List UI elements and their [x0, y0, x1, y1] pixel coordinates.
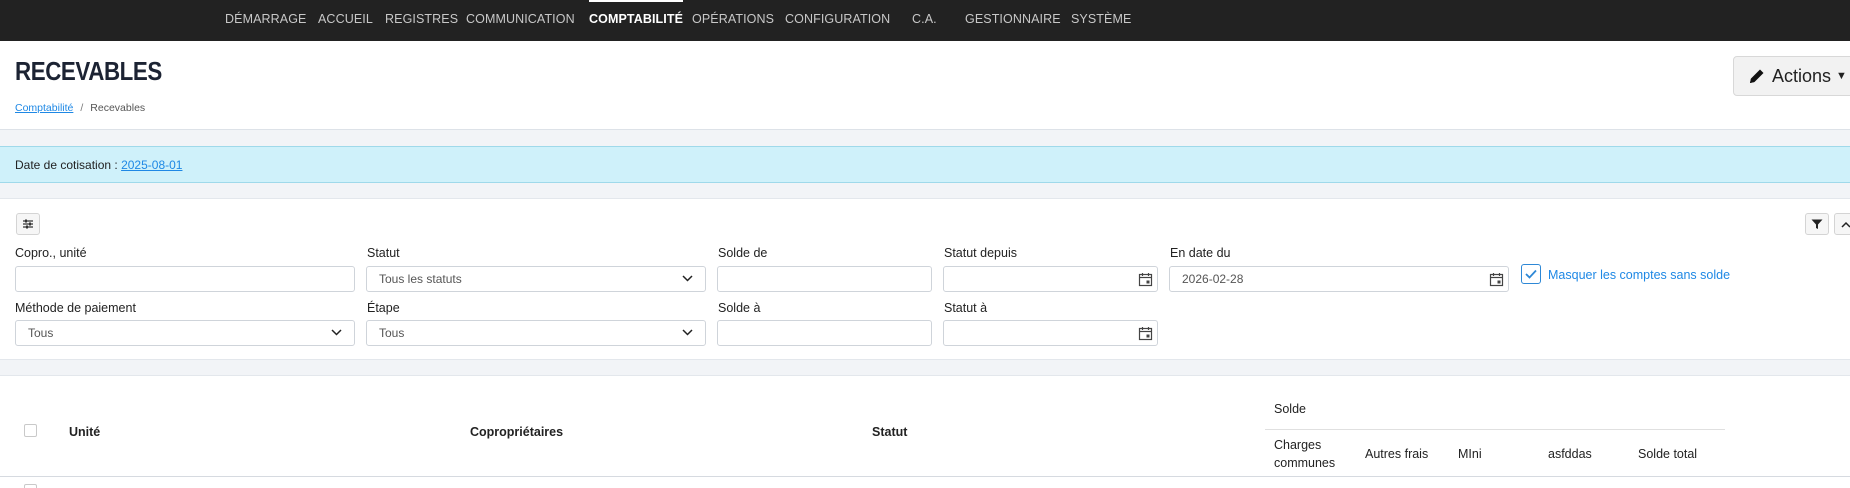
- statut-select-value: Tous les statuts: [379, 272, 462, 286]
- nav-item-operations[interactable]: OPÉRATIONS: [692, 0, 774, 41]
- actions-button[interactable]: Actions ▼: [1733, 56, 1850, 96]
- nav-item-communication[interactable]: COMMUNICATION: [466, 0, 575, 41]
- nav-item-registres[interactable]: REGISTRES: [385, 0, 458, 41]
- breadcrumb-separator: /: [80, 102, 84, 114]
- collapse-filters-button[interactable]: [1834, 213, 1850, 235]
- column-header-coproprietaires[interactable]: Copropriétaires: [470, 425, 563, 439]
- calendar-icon[interactable]: [1138, 326, 1153, 341]
- select-all-checkbox[interactable]: [24, 424, 37, 437]
- solde-a-input[interactable]: [717, 320, 932, 346]
- statut-label: Statut: [367, 246, 400, 260]
- top-navigation: DÉMARRAGE ACCUEIL REGISTRES COMMUNICATIO…: [0, 0, 1850, 41]
- row-checkbox[interactable]: [24, 484, 37, 488]
- page-title: RECEVABLES: [15, 56, 162, 86]
- statut-select[interactable]: Tous les statuts: [366, 266, 706, 292]
- filters-panel: Copro., unité Statut Solde de Statut dep…: [0, 198, 1850, 360]
- chevron-down-icon: [682, 329, 693, 336]
- nav-item-accueil[interactable]: ACCUEIL: [318, 0, 373, 41]
- nav-item-gestionnaire[interactable]: GESTIONNAIRE: [965, 0, 1061, 41]
- nav-item-systeme[interactable]: SYSTÈME: [1071, 0, 1131, 41]
- caret-down-icon: ▼: [1836, 70, 1847, 82]
- solde-a-label: Solde à: [718, 301, 761, 315]
- nav-item-configuration[interactable]: CONFIGURATION: [785, 0, 890, 41]
- chevron-down-icon: [682, 275, 693, 282]
- copro-unite-label: Copro., unité: [15, 246, 87, 260]
- filter-icon: [1811, 219, 1823, 229]
- breadcrumb: Comptabilité / Recevables: [15, 102, 145, 114]
- column-header-asfddas[interactable]: asfddas: [1548, 447, 1592, 461]
- nav-item-ca[interactable]: C.A.: [912, 0, 937, 41]
- statut-a-input[interactable]: [943, 320, 1158, 346]
- solde-group-divider: [1265, 429, 1725, 430]
- statut-depuis-label: Statut depuis: [944, 246, 1017, 260]
- column-header-statut[interactable]: Statut: [872, 425, 907, 439]
- chevron-down-icon: [331, 329, 342, 336]
- masquer-comptes-checkbox[interactable]: [1521, 264, 1541, 284]
- solde-de-input[interactable]: [717, 266, 932, 292]
- page-header: RECEVABLES Comptabilité / Recevables Actio…: [0, 41, 1850, 130]
- column-header-unite[interactable]: Unité: [69, 425, 100, 439]
- actions-label: Actions: [1772, 65, 1832, 86]
- copro-unite-input[interactable]: [15, 266, 355, 292]
- chevron-up-icon: [1841, 221, 1850, 228]
- nav-item-demarrage[interactable]: DÉMARRAGE: [225, 0, 306, 41]
- calendar-icon[interactable]: [1489, 272, 1504, 287]
- cotisation-date-label: Date de cotisation :: [15, 158, 118, 172]
- column-group-solde: Solde: [1274, 402, 1306, 416]
- cotisation-date-text: Date de cotisation : 2025-08-01: [15, 158, 182, 172]
- methode-paiement-select[interactable]: Tous: [15, 320, 355, 346]
- en-date-du-value: 2026-02-28: [1182, 272, 1244, 286]
- pencil-icon: [1750, 69, 1764, 83]
- info-banner: Date de cotisation : 2025-08-01: [0, 146, 1850, 183]
- column-header-autres-frais[interactable]: Autres frais: [1365, 447, 1428, 461]
- column-header-charges-communes-line1[interactable]: Charges: [1274, 438, 1321, 452]
- breadcrumb-current: Recevables: [90, 102, 146, 114]
- calendar-icon[interactable]: [1138, 272, 1153, 287]
- masquer-comptes-label[interactable]: Masquer les comptes sans solde: [1548, 268, 1730, 282]
- statut-a-label: Statut à: [944, 301, 988, 315]
- filter-settings-button[interactable]: [16, 213, 40, 235]
- solde-de-label: Solde de: [718, 246, 768, 260]
- sliders-icon: [23, 219, 33, 229]
- column-header-mini[interactable]: MIni: [1458, 447, 1482, 461]
- statut-depuis-input[interactable]: [943, 266, 1158, 292]
- cotisation-date-link[interactable]: 2025-08-01: [121, 158, 182, 172]
- receivables-table: Unité Copropriétaires Statut Solde Charg…: [0, 375, 1850, 488]
- methode-paiement-value: Tous: [28, 326, 54, 340]
- clear-filter-button[interactable]: [1805, 213, 1829, 235]
- etape-value: Tous: [379, 326, 405, 340]
- table-header-divider: [0, 476, 1850, 477]
- column-header-solde-total[interactable]: Solde total: [1638, 447, 1697, 461]
- column-header-charges-communes-line2[interactable]: communes: [1274, 456, 1335, 470]
- etape-label: Étape: [367, 301, 400, 315]
- check-icon: [1525, 269, 1537, 279]
- etape-select[interactable]: Tous: [366, 320, 706, 346]
- en-date-du-input[interactable]: 2026-02-28: [1169, 266, 1509, 292]
- en-date-du-label: En date du: [1170, 246, 1231, 260]
- nav-item-comptabilite[interactable]: COMPTABILITÉ: [589, 0, 684, 41]
- breadcrumb-comptabilite-link[interactable]: Comptabilité: [15, 102, 73, 114]
- methode-paiement-label: Méthode de paiement: [15, 301, 136, 315]
